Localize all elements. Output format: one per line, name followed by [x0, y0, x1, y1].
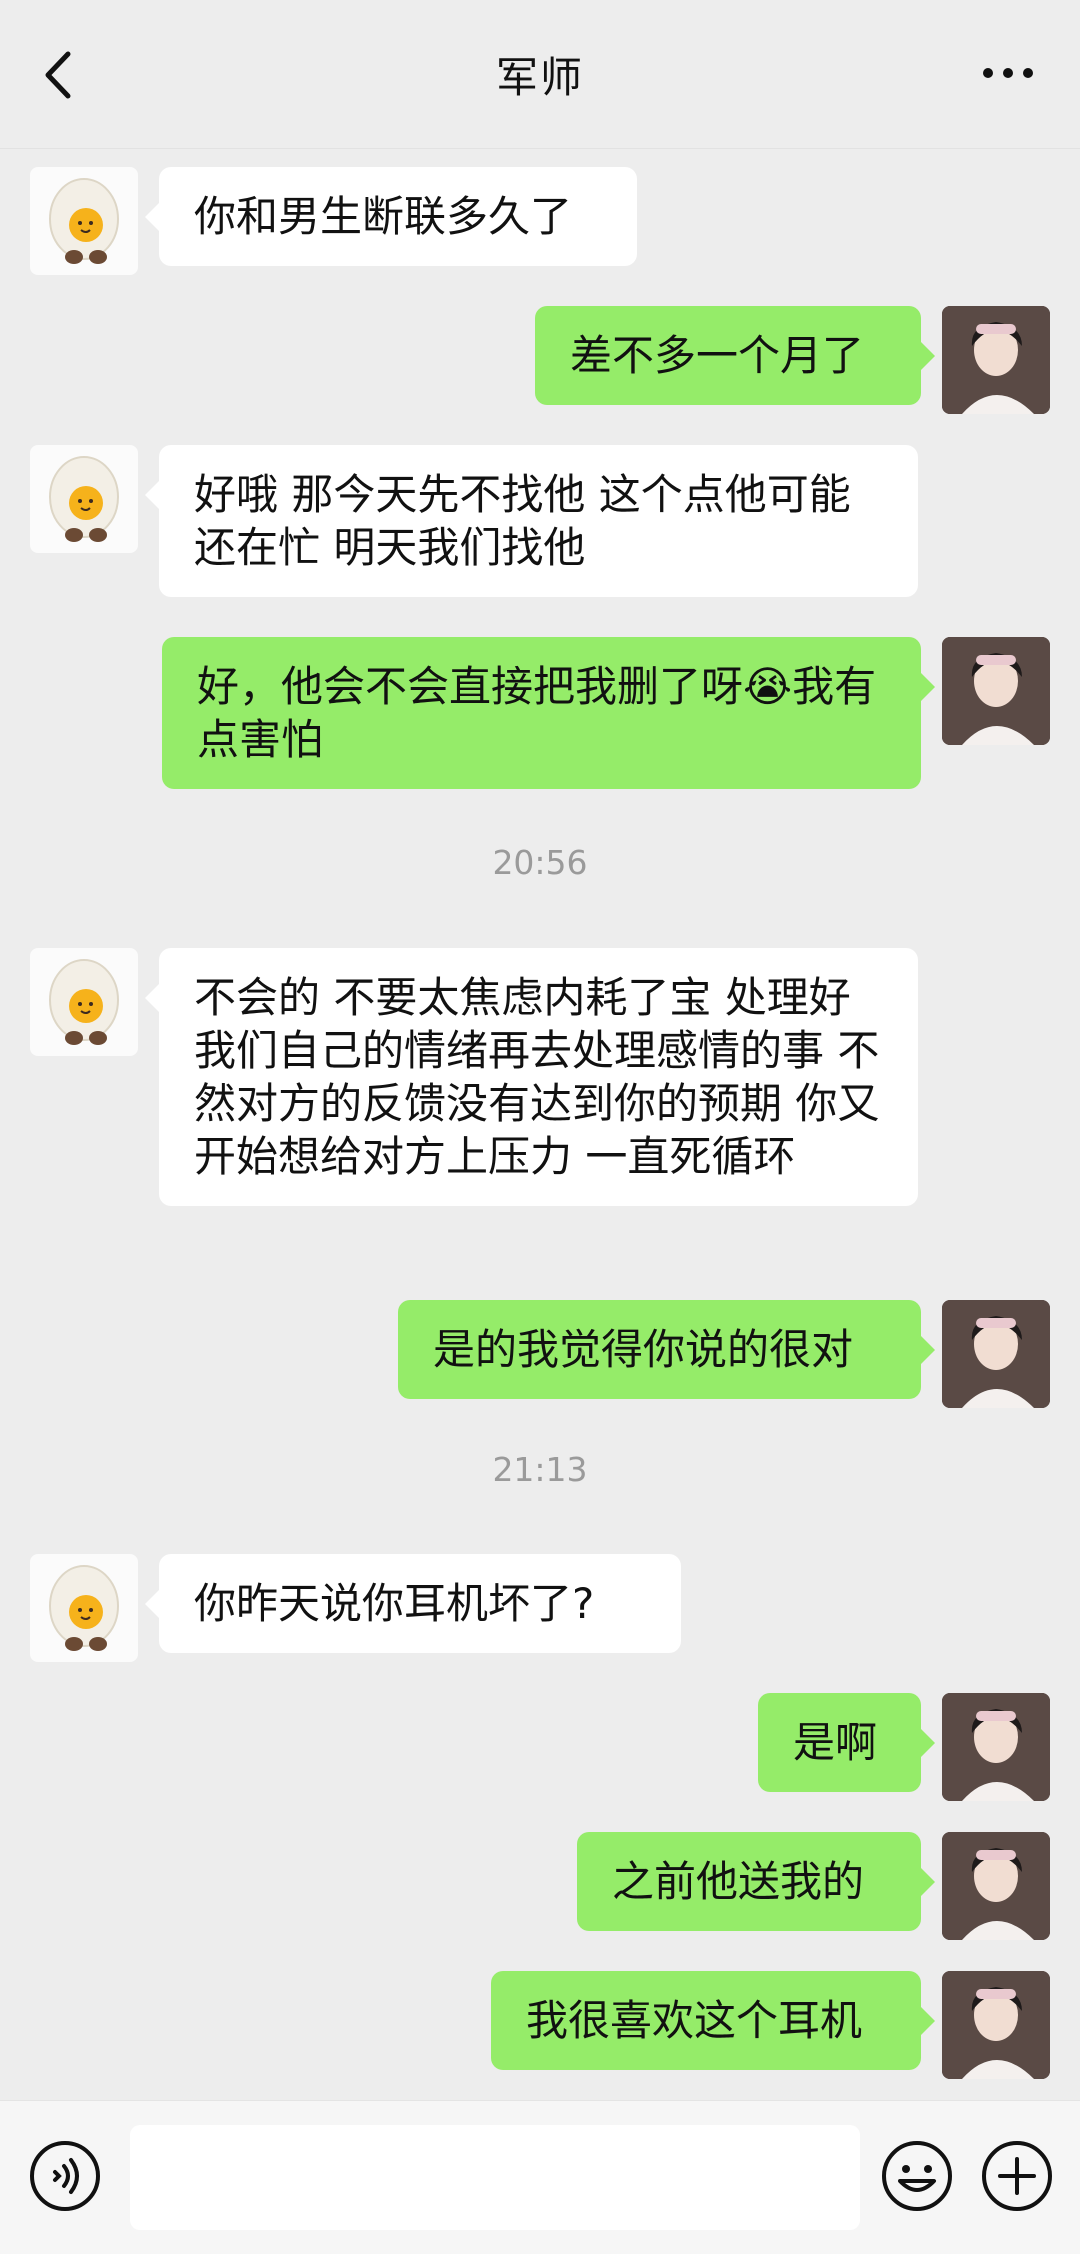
- user-photo-icon: [942, 1693, 1050, 1801]
- egg-avatar-icon: [49, 1565, 119, 1651]
- voice-icon[interactable]: [28, 2139, 102, 2213]
- message-bubble-received[interactable]: 你昨天说你耳机坏了?: [145, 1554, 681, 1653]
- message-input[interactable]: [130, 2125, 860, 2230]
- plus-icon[interactable]: [980, 2139, 1054, 2213]
- egg-avatar-icon: [49, 178, 119, 264]
- more-horizontal-icon[interactable]: [982, 62, 1034, 84]
- user-avatar[interactable]: [942, 1832, 1050, 1940]
- user-photo-icon: [942, 306, 1050, 414]
- user-photo-icon: [942, 1300, 1050, 1408]
- message-bubble-received[interactable]: 不会的 不要太焦虑内耗了宝 处理好我们自己的情绪再去处理感情的事 不然对方的反馈…: [145, 948, 918, 1206]
- egg-avatar-icon: [49, 456, 119, 542]
- contact-avatar[interactable]: [30, 1554, 138, 1662]
- chat-input-bar: [0, 2100, 1080, 2254]
- message-bubble-sent[interactable]: 之前他送我的: [577, 1832, 935, 1931]
- egg-avatar-icon: [49, 959, 119, 1045]
- message-bubble-sent[interactable]: 差不多一个月了: [535, 306, 935, 405]
- user-avatar[interactable]: [942, 1693, 1050, 1801]
- contact-avatar[interactable]: [30, 167, 138, 275]
- user-photo-icon: [942, 1971, 1050, 2079]
- contact-avatar[interactable]: [30, 445, 138, 553]
- timestamp: 20:56: [492, 843, 588, 882]
- user-avatar[interactable]: [942, 306, 1050, 414]
- emoji-icon[interactable]: [880, 2139, 954, 2213]
- contact-avatar[interactable]: [30, 948, 138, 1056]
- user-photo-icon: [942, 1832, 1050, 1940]
- user-avatar[interactable]: [942, 1971, 1050, 2079]
- message-bubble-sent[interactable]: 我很喜欢这个耳机: [491, 1971, 935, 2070]
- timestamp: 21:13: [492, 1450, 588, 1489]
- user-photo-icon: [942, 637, 1050, 745]
- user-avatar[interactable]: [942, 1300, 1050, 1408]
- message-bubble-sent[interactable]: 是的我觉得你说的很对: [398, 1300, 935, 1399]
- chat-title: 军师: [495, 53, 584, 102]
- message-bubble-sent[interactable]: 好，他会不会直接把我删了呀😭我有点害怕: [162, 637, 935, 789]
- user-avatar[interactable]: [942, 637, 1050, 745]
- message-bubble-sent[interactable]: 是啊: [758, 1693, 935, 1792]
- message-bubble-received[interactable]: 你和男生断联多久了: [145, 167, 637, 266]
- chat-header: 军师: [0, 0, 1080, 149]
- message-bubble-received[interactable]: 好哦 那今天先不找他 这个点他可能还在忙 明天我们找他: [145, 445, 918, 597]
